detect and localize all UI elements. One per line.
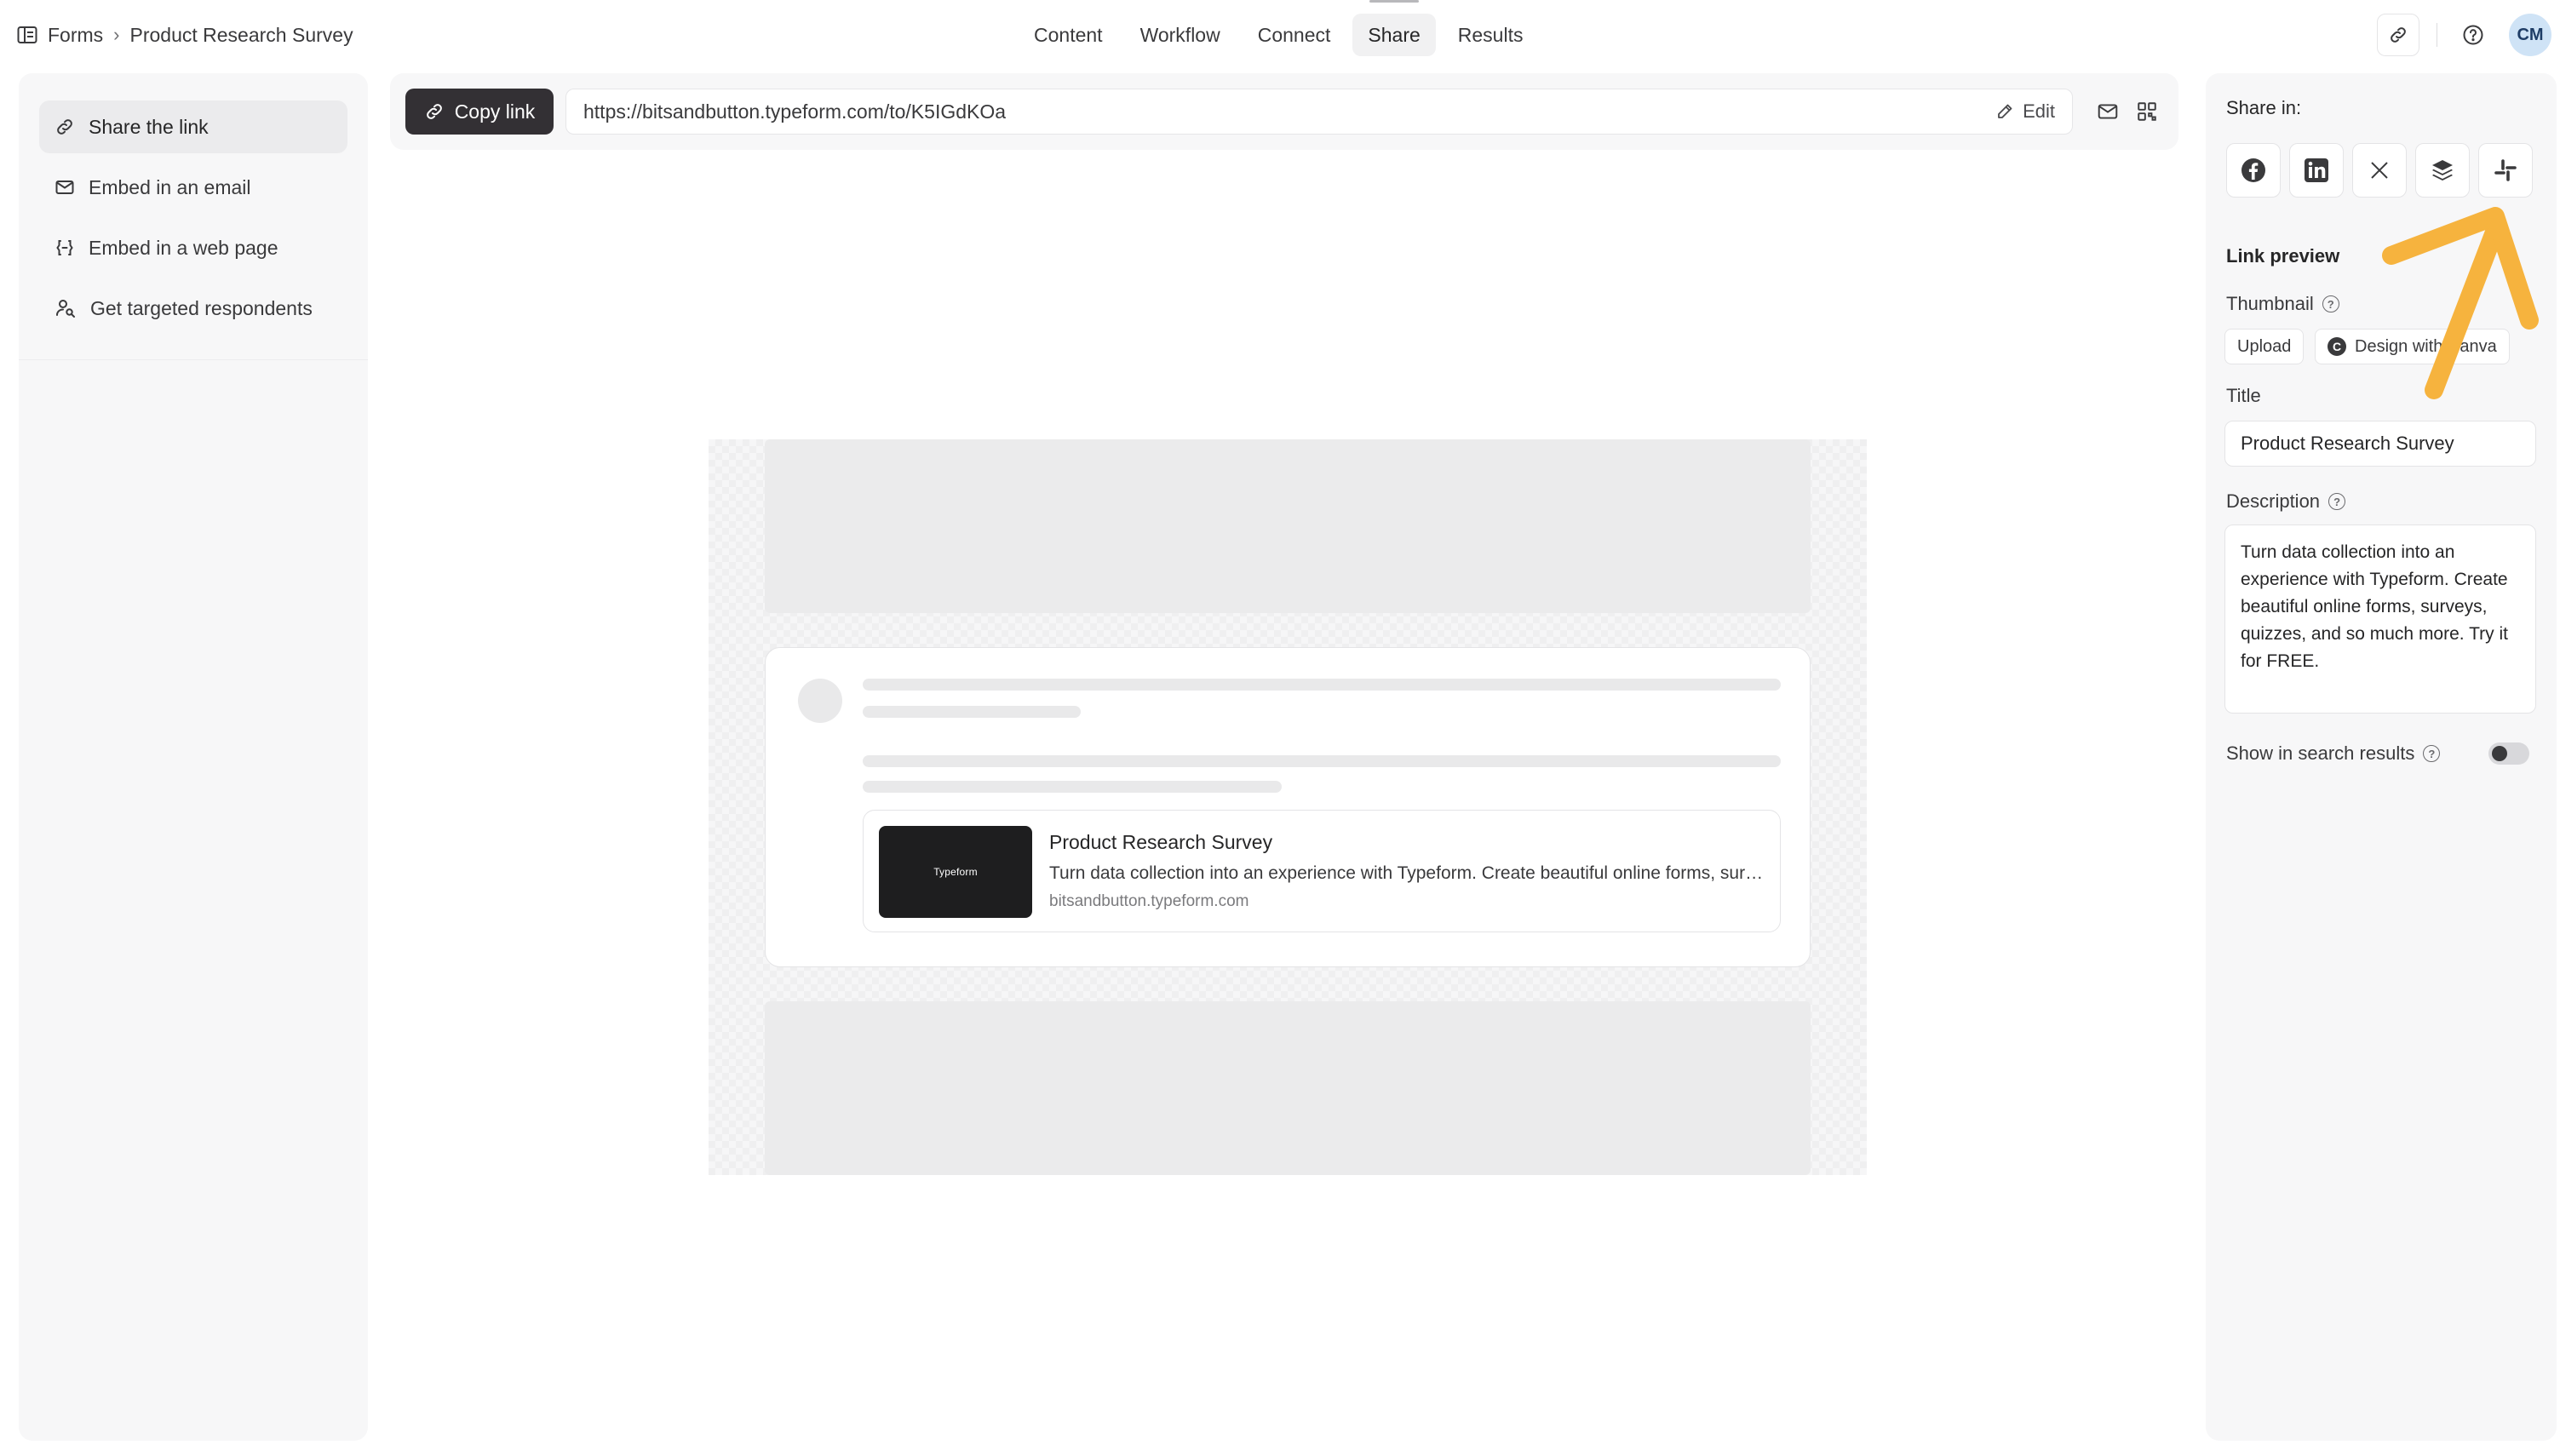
help-button[interactable] xyxy=(2454,16,2492,54)
info-icon[interactable]: ? xyxy=(2322,295,2339,312)
breadcrumb: Forms › Product Research Survey xyxy=(17,20,353,49)
preview-thumbnail: Typeform xyxy=(879,826,1032,918)
info-icon[interactable]: ? xyxy=(2423,745,2441,762)
sidebar-item-label: Share the link xyxy=(89,115,209,138)
share-url-text: https://bitsandbutton.typeform.com/to/K5… xyxy=(583,100,1007,123)
sidebar-item-label: Embed in a web page xyxy=(89,236,278,259)
tab-workflow[interactable]: Workflow xyxy=(1125,14,1236,56)
preview-title-input[interactable]: Product Research Survey xyxy=(2224,421,2536,467)
sidebar-item-label: Get targeted respondents xyxy=(90,296,313,319)
buffer-icon xyxy=(2430,158,2455,183)
tab-results[interactable]: Results xyxy=(1443,14,1539,56)
preview-title: Product Research Survey xyxy=(1049,831,1273,853)
share-slack-button[interactable] xyxy=(2478,143,2533,198)
qr-code-icon xyxy=(2136,100,2158,123)
avatar[interactable]: CM xyxy=(2509,14,2551,56)
description-label: Description xyxy=(2226,490,2321,512)
preview-domain: bitsandbutton.typeform.com xyxy=(1049,892,1249,910)
share-link-bar: Copy link https://bitsandbutton.typeform… xyxy=(390,73,2178,150)
linkedin-icon xyxy=(2304,158,2329,183)
chevron-right-icon: › xyxy=(113,24,120,45)
social-post-mock: Typeform Product Research Survey Turn da… xyxy=(765,647,1811,967)
facebook-icon xyxy=(2240,157,2267,184)
copy-link-top-button[interactable] xyxy=(2377,14,2419,56)
sidebar-item-embed-web[interactable]: Embed in a web page xyxy=(39,221,347,274)
breadcrumb-forms-link[interactable]: Forms xyxy=(48,24,103,47)
skeleton-line xyxy=(863,706,1081,718)
copy-link-button[interactable]: Copy link xyxy=(405,89,554,135)
top-bar: Forms › Product Research Survey Content … xyxy=(0,0,2560,70)
forms-panel-icon xyxy=(17,26,37,44)
link-icon xyxy=(424,101,445,122)
search-results-toggle[interactable] xyxy=(2488,742,2529,765)
sidebar-divider xyxy=(19,359,368,360)
email-share-button[interactable] xyxy=(2088,92,2127,131)
share-in-label: Share in: xyxy=(2226,97,2302,118)
sidebar-item-share-link[interactable]: Share the link xyxy=(39,100,347,153)
share-sidebar: Share the link Embed in an email Embed i… xyxy=(19,73,368,1441)
mail-icon xyxy=(55,177,75,198)
top-right-actions: CM xyxy=(2377,14,2551,56)
share-facebook-button[interactable] xyxy=(2226,143,2281,198)
skeleton-line xyxy=(863,781,1282,793)
tab-share[interactable]: Share xyxy=(1352,0,1436,56)
x-icon xyxy=(2368,159,2391,181)
info-icon[interactable]: ? xyxy=(2328,493,2346,510)
edit-url-button[interactable]: Edit xyxy=(1995,100,2055,123)
link-preview-heading: Link preview xyxy=(2226,245,2340,267)
qr-code-button[interactable] xyxy=(2127,92,2167,131)
mail-icon xyxy=(2097,100,2119,123)
preview-description-input[interactable]: Turn data collection into an experience … xyxy=(2224,525,2536,714)
pencil-icon xyxy=(1995,102,2014,121)
sidebar-item-label: Embed in an email xyxy=(89,175,251,198)
people-search-icon xyxy=(55,297,77,319)
preview-description: Turn data collection into an experience … xyxy=(1049,863,1765,883)
share-settings-panel: Share in: Link preview Thumbnail ? Uploa… xyxy=(2206,73,2557,1441)
skeleton-block-bottom xyxy=(765,1001,1811,1175)
copy-link-label: Copy link xyxy=(454,100,536,123)
upload-label: Upload xyxy=(2237,336,2292,356)
link-preview-card: Typeform Product Research Survey Turn da… xyxy=(863,810,1781,932)
share-buffer-button[interactable] xyxy=(2415,143,2470,198)
tab-content[interactable]: Content xyxy=(1019,14,1118,56)
thumbnail-label-row: Thumbnail ? xyxy=(2226,293,2339,315)
skeleton-block-top xyxy=(765,439,1811,613)
title-label: Title xyxy=(2226,385,2261,406)
tab-connect[interactable]: Connect xyxy=(1243,14,1346,56)
share-linkedin-button[interactable] xyxy=(2289,143,2344,198)
skeleton-line xyxy=(863,755,1781,767)
sidebar-item-targeted-respondents[interactable]: Get targeted respondents xyxy=(39,282,347,335)
breadcrumb-current: Product Research Survey xyxy=(129,23,353,46)
search-results-label: Show in search results xyxy=(2226,742,2415,764)
thumbnail-brand-text: Typeform xyxy=(933,866,978,878)
help-icon xyxy=(2462,24,2484,46)
link-preview-canvas: Typeform Product Research Survey Turn da… xyxy=(709,439,1867,1175)
embed-code-icon xyxy=(55,238,75,258)
sidebar-item-embed-email[interactable]: Embed in an email xyxy=(39,161,347,214)
slack-icon xyxy=(2493,158,2518,183)
link-icon xyxy=(2388,25,2408,45)
skeleton-line xyxy=(863,679,1781,691)
link-icon xyxy=(55,117,75,137)
share-method-list: Share the link Embed in an email Embed i… xyxy=(39,100,347,342)
canva-label: Design with Canva xyxy=(2355,336,2497,356)
share-url-field[interactable]: https://bitsandbutton.typeform.com/to/K5… xyxy=(565,89,2073,135)
share-network-buttons xyxy=(2226,143,2533,198)
share-x-button[interactable] xyxy=(2352,143,2407,198)
upload-thumbnail-button[interactable]: Upload xyxy=(2224,329,2305,364)
main-nav-tabs: Content Workflow Connect Share Results xyxy=(1019,0,1539,56)
description-label-row: Description ? xyxy=(2226,490,2346,513)
search-results-label-row: Show in search results ? xyxy=(2226,742,2441,765)
design-with-canva-button[interactable]: C Design with Canva xyxy=(2315,329,2510,364)
skeleton-avatar xyxy=(798,679,842,723)
thumbnail-label: Thumbnail xyxy=(2226,293,2314,314)
edit-url-label: Edit xyxy=(2023,100,2055,122)
canva-logo-icon: C xyxy=(2328,337,2346,356)
